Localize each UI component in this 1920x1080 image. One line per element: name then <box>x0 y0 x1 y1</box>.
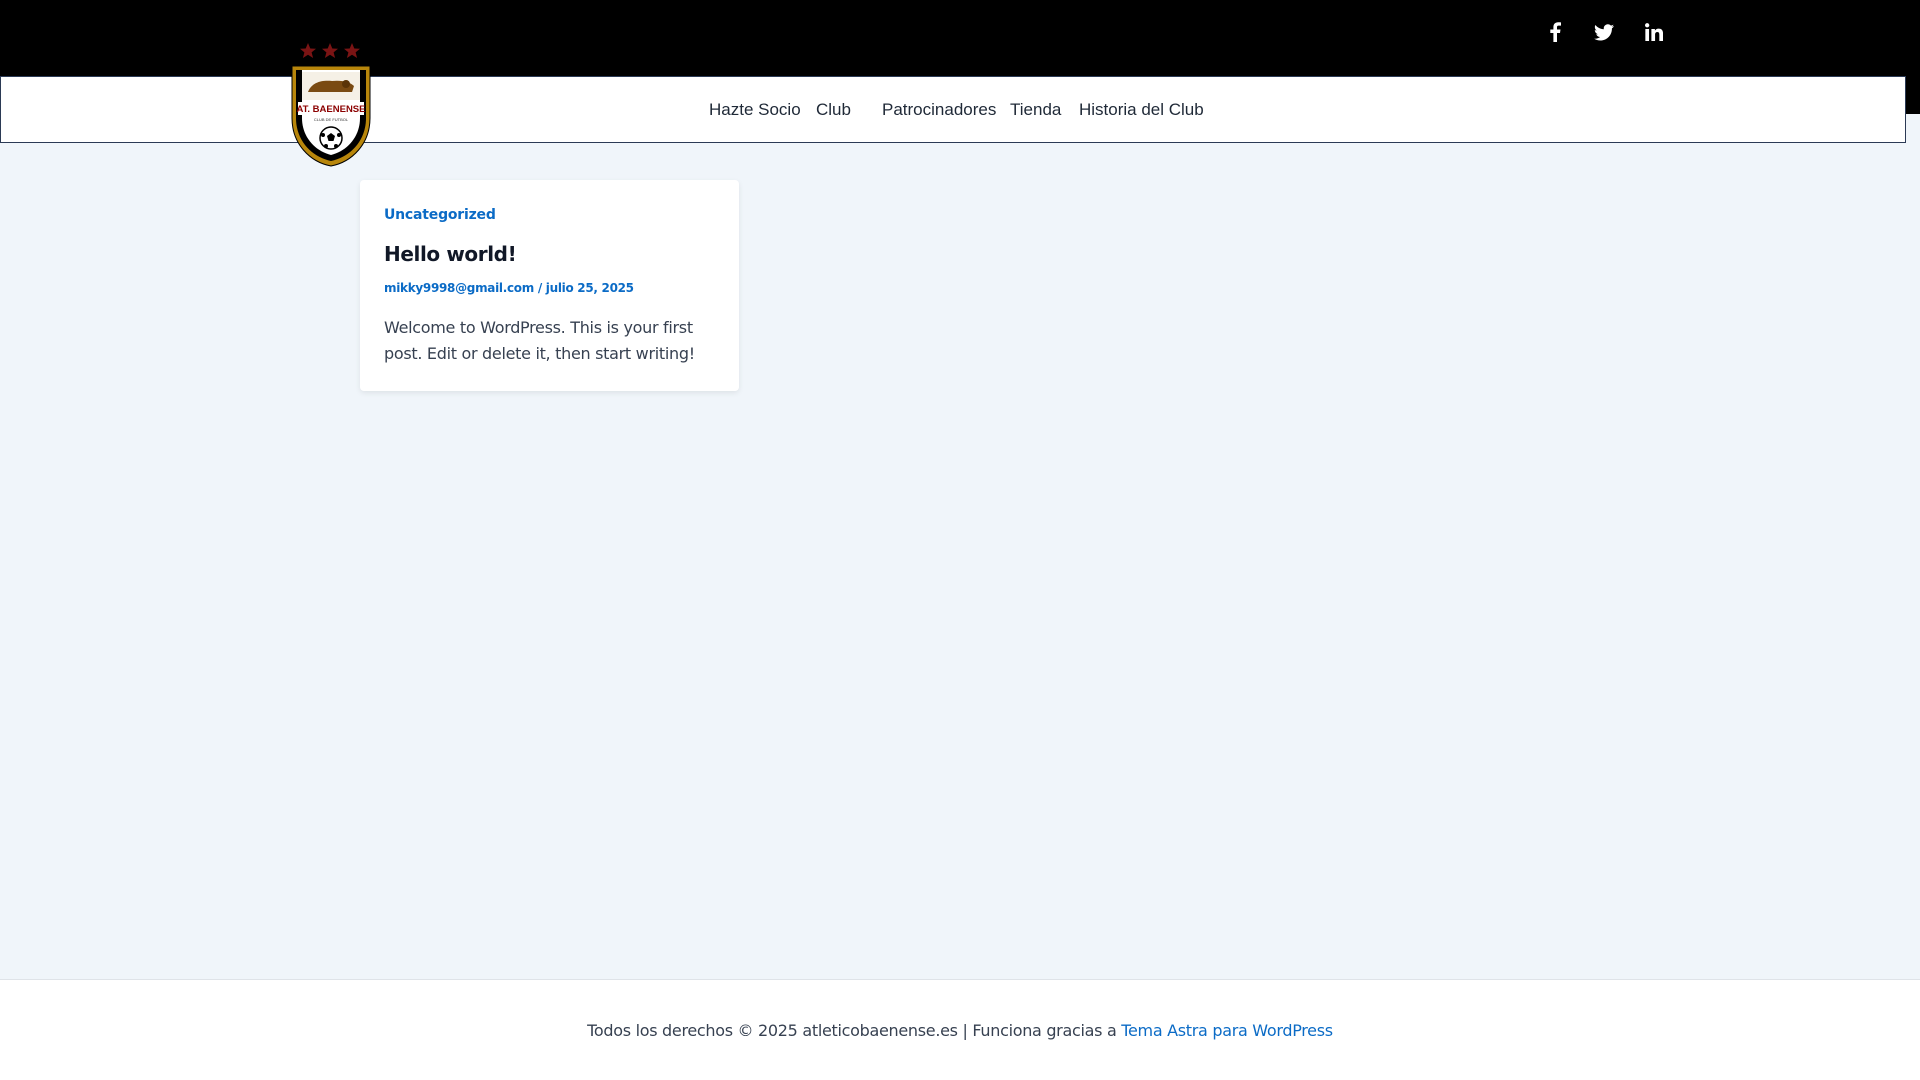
top-bar-edge <box>1904 76 1920 114</box>
svg-text:AT. BAENENSE: AT. BAENENSE <box>297 104 366 115</box>
footer-copyright: Todos los derechos © 2025 atleticobaenen… <box>0 1021 1920 1040</box>
nav-item-club[interactable]: Club <box>816 100 851 120</box>
post-excerpt: Welcome to WordPress. This is your first… <box>384 318 695 363</box>
club-logo[interactable]: AT. BAENENSE CLUB DE FUTBOL <box>288 40 374 168</box>
post-author-link[interactable]: mikky9998@gmail.com <box>384 281 534 295</box>
facebook-icon[interactable] <box>1541 18 1569 46</box>
post-card: Uncategorized Hello world! mikky9998@gma… <box>360 180 739 391</box>
site-footer: Todos los derechos © 2025 atleticobaenen… <box>0 979 1920 1080</box>
nav-item-hazte-socio[interactable]: Hazte Socio <box>709 100 801 120</box>
nav-item-tienda[interactable]: Tienda <box>1010 100 1061 120</box>
twitter-icon[interactable] <box>1590 18 1618 46</box>
post-date-link[interactable]: julio 25, 2025 <box>546 281 634 295</box>
post-meta-separator: / <box>533 281 546 295</box>
star-icon <box>300 43 316 58</box>
star-icon <box>344 43 360 58</box>
post-category-link[interactable]: Uncategorized <box>384 207 496 223</box>
nav-item-historia-del-club[interactable]: Historia del Club <box>1079 100 1204 120</box>
nav-item-patrocinadores[interactable]: Patrocinadores <box>882 100 996 120</box>
post-meta: mikky9998@gmail.com / julio 25, 2025 <box>384 281 634 295</box>
footer-theme-link[interactable]: Tema Astra para WordPress <box>1121 1021 1333 1040</box>
linkedin-icon[interactable] <box>1640 18 1668 46</box>
star-icon <box>322 43 338 58</box>
svg-text:CLUB DE FUTBOL: CLUB DE FUTBOL <box>314 117 349 122</box>
footer-copyright-text: Todos los derechos © 2025 atleticobaenen… <box>587 1021 1122 1040</box>
post-title-link[interactable]: Hello world! <box>384 242 517 266</box>
